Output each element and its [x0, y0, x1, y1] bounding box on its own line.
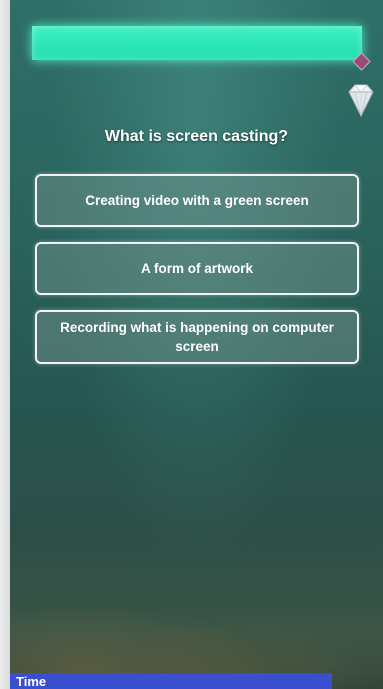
left-border	[0, 0, 10, 689]
time-bar	[10, 673, 332, 689]
answer-option-1[interactable]: Creating video with a green screen	[35, 174, 359, 227]
question-text: What is screen casting?	[104, 128, 289, 145]
game-frame: What is screen casting? Creating video w…	[0, 0, 383, 689]
answer-option-label: Recording what is happening on computer …	[60, 320, 334, 354]
time-label: Time	[16, 674, 47, 689]
answer-option-label: A form of artwork	[140, 261, 253, 276]
answer-option-3[interactable]: Recording what is happening on computer …	[35, 310, 359, 364]
answer-option-label: Creating video with a green screen	[85, 193, 309, 208]
progress-bar	[32, 26, 362, 60]
seabed	[10, 569, 383, 689]
answer-option-2[interactable]: A form of artwork	[35, 242, 359, 295]
diamond-gem-icon	[341, 82, 381, 120]
